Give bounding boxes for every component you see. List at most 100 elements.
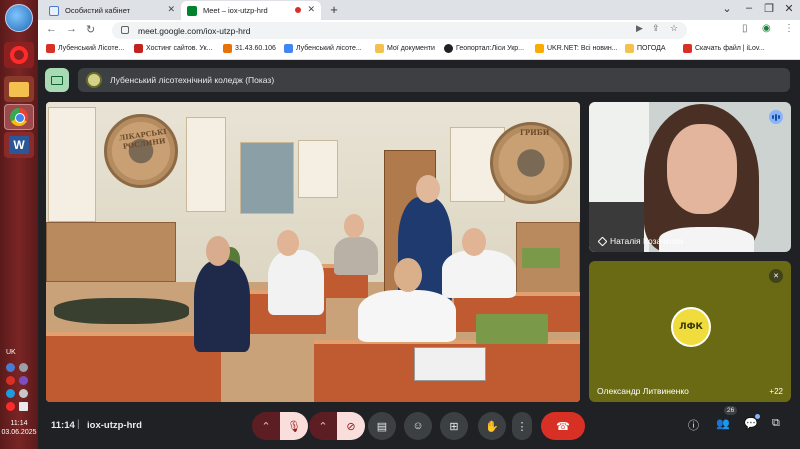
- opera-taskbar-icon[interactable]: [4, 42, 34, 68]
- camera-options-button[interactable]: ⌃: [309, 412, 337, 440]
- opera-tray-icon[interactable]: [6, 402, 15, 411]
- present-button[interactable]: ⊞: [440, 412, 468, 440]
- captions-icon: ▤: [376, 420, 388, 433]
- chevron-up-icon: ⌃: [261, 420, 271, 433]
- more-participants-count[interactable]: +22: [769, 387, 783, 396]
- forward-icon[interactable]: →: [66, 23, 77, 35]
- participant-tile[interactable]: Наталія Козачкова: [589, 102, 791, 252]
- windows-taskbar: W UK 11:14 03.06.2025: [0, 0, 38, 449]
- meet-favicon: [187, 5, 197, 16]
- chrome-taskbar-icon[interactable]: [4, 104, 34, 130]
- herbarium-panel: [186, 117, 226, 212]
- omnibox[interactable]: meet.google.com/iox-utzp-hrd: [112, 22, 687, 39]
- leave-call-button[interactable]: ☎: [541, 412, 585, 440]
- emoji-icon: ☺: [412, 420, 424, 432]
- bookmark-item[interactable]: 31.43.60.106: [223, 44, 276, 53]
- captions-button[interactable]: ▤: [368, 412, 396, 440]
- system-clock[interactable]: 11:14 03.06.2025: [1, 419, 37, 437]
- bookmark-item[interactable]: Лубенський Лісоте...: [46, 44, 124, 53]
- meeting-time: 11:14: [51, 420, 75, 431]
- mic-off-icon: ✕: [769, 269, 783, 283]
- student-head: [277, 230, 299, 256]
- tab-label: Meet – iox-utzp-hrd: [203, 6, 268, 15]
- mic-options-button[interactable]: ⌃: [252, 412, 280, 440]
- start-button[interactable]: [5, 4, 33, 32]
- activities-icon[interactable]: ⧉: [772, 417, 780, 430]
- bookmark-item[interactable]: Мої документи: [375, 44, 435, 53]
- video-icon[interactable]: ▶: [636, 23, 643, 34]
- beetle-model: [54, 298, 189, 324]
- emoji-button[interactable]: ☺: [404, 412, 432, 440]
- bookmark-favicon: [134, 44, 143, 53]
- chat-notification-dot: [755, 414, 760, 419]
- wall-cabinet: [46, 222, 176, 282]
- browser-chrome: Особистий кабінет ✕ Meet – iox-utzp-hrd …: [38, 0, 800, 60]
- main-video-tile[interactable]: ЛІКАРСЬКІ РОСЛИНИ ГРИБИ: [46, 102, 580, 402]
- network-icon[interactable]: [19, 363, 28, 372]
- bookmark-favicon: [223, 44, 232, 53]
- camera-off-icon: ⊘: [346, 420, 356, 433]
- bookmark-item[interactable]: Скачать файл | iLov...: [683, 44, 765, 53]
- bookmark-star-icon[interactable]: ☆: [670, 23, 678, 34]
- back-icon[interactable]: ←: [46, 23, 57, 35]
- raise-hand-button[interactable]: ✋: [478, 412, 506, 440]
- site-info-icon[interactable]: [121, 26, 129, 34]
- student: [334, 237, 378, 275]
- close-tab-icon[interactable]: ✕: [307, 4, 315, 15]
- student: [442, 250, 516, 298]
- more-options-button[interactable]: ⋮: [512, 412, 532, 440]
- extension-icon[interactable]: ◉: [762, 23, 771, 34]
- menu-icon[interactable]: ⋮: [784, 23, 794, 34]
- close-tab-icon[interactable]: ✕: [167, 4, 175, 15]
- help-icon[interactable]: [6, 363, 15, 372]
- participant-name: Наталія Козачкова: [597, 236, 683, 246]
- share-icon[interactable]: ⇪: [652, 23, 660, 34]
- file-explorer-taskbar-icon[interactable]: [4, 76, 34, 102]
- mic-button[interactable]: 🎙: [280, 412, 308, 440]
- bookmark-item[interactable]: Геопортал:Ліси Укр...: [444, 44, 524, 53]
- new-tab-button[interactable]: +: [326, 2, 342, 18]
- bookmark-item[interactable]: ПОГОДА: [625, 44, 666, 53]
- chat-icon[interactable]: 💬: [744, 417, 758, 430]
- bookmark-favicon: [284, 44, 293, 53]
- clock-date: 03.06.2025: [1, 429, 37, 436]
- participant-tile[interactable]: ✕ ЛФК Олександр Литвиненко +22: [589, 261, 791, 402]
- poster-board: [240, 142, 294, 214]
- bookmark-item[interactable]: Лубенський лісоте...: [284, 44, 362, 53]
- student-head: [344, 214, 364, 238]
- mic-off-icon: 🎙: [287, 420, 301, 433]
- tab-search-icon[interactable]: ⌄: [716, 2, 738, 15]
- student: [194, 260, 250, 352]
- presentation-title: Лубенський лісотехнічний коледж (Показ): [110, 75, 275, 85]
- tab-label: Особистий кабінет: [65, 6, 131, 15]
- chair: [476, 314, 548, 344]
- more-vert-icon: ⋮: [516, 420, 528, 433]
- bookmark-item[interactable]: UKR.NET: Всі новин...: [535, 44, 618, 53]
- volume-icon[interactable]: [19, 389, 28, 398]
- people-icon[interactable]: 👥: [716, 417, 730, 430]
- camera-button[interactable]: ⊘: [337, 412, 365, 440]
- calendar-tray-icon[interactable]: [19, 402, 28, 411]
- tab-personal-cabinet[interactable]: Особистий кабінет ✕: [43, 1, 181, 20]
- bookmark-favicon: [444, 44, 453, 53]
- side-panel-button[interactable]: [45, 68, 69, 92]
- security-icon[interactable]: [6, 376, 15, 385]
- clock-time: 11:14: [10, 420, 28, 427]
- skype-icon[interactable]: [6, 389, 15, 398]
- people-count-badge: 26: [724, 406, 738, 415]
- close-window-icon[interactable]: ✕: [778, 2, 800, 15]
- folder-icon: [625, 44, 634, 53]
- meeting-info-icon[interactable]: ⓘ: [688, 417, 699, 433]
- bookmark-item[interactable]: Хостинг сайтов. Ук...: [134, 44, 212, 53]
- viber-icon[interactable]: [19, 376, 28, 385]
- bookmark-favicon: [683, 44, 692, 53]
- word-taskbar-icon[interactable]: W: [4, 132, 34, 158]
- recording-icon: [295, 7, 301, 13]
- tab-meet[interactable]: Meet – iox-utzp-hrd ✕: [181, 1, 321, 20]
- restore-icon[interactable]: ❐: [758, 2, 780, 15]
- sidebar-icon[interactable]: ▯: [742, 23, 748, 34]
- language-indicator[interactable]: UK: [6, 349, 16, 356]
- minimize-icon[interactable]: –: [738, 2, 760, 14]
- reload-icon[interactable]: ↻: [86, 23, 95, 36]
- student-head: [206, 236, 230, 266]
